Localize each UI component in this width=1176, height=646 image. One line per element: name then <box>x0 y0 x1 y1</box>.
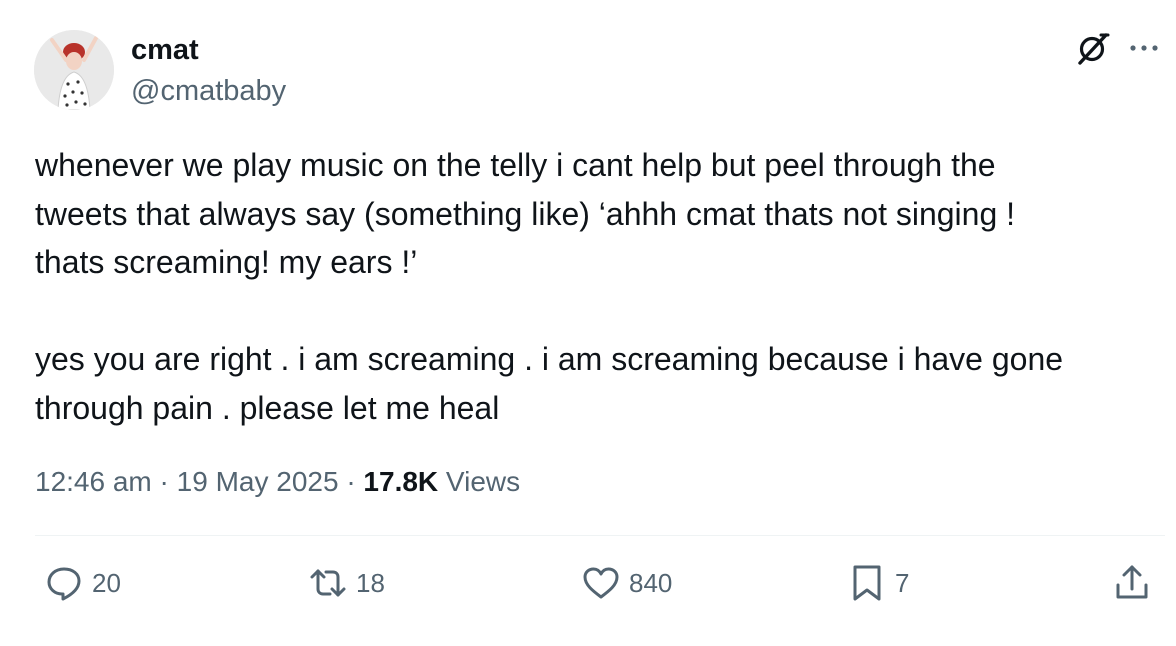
views-count: 17.8K <box>363 466 439 497</box>
author-name[interactable]: cmat <box>131 33 199 67</box>
like-button[interactable]: 840 <box>581 563 672 603</box>
bookmark-icon <box>853 565 881 601</box>
meta-separator: · <box>159 466 169 497</box>
avatar[interactable] <box>34 30 114 110</box>
tweet-paragraph: yes you are right . i am screaming . i a… <box>35 341 1064 426</box>
avatar-image <box>34 30 114 110</box>
author-handle[interactable]: @cmatbaby <box>131 74 286 108</box>
divider <box>35 535 1165 536</box>
share-button[interactable] <box>1112 563 1152 603</box>
tweet-meta: 12:46 am · 19 May 2025 · 17.8K Views <box>35 464 520 500</box>
reply-button[interactable]: 20 <box>44 563 121 603</box>
meta-separator: · <box>346 466 356 497</box>
repost-count: 18 <box>356 568 385 598</box>
tweet-date[interactable]: 19 May 2025 <box>177 466 339 497</box>
heart-icon <box>583 567 619 599</box>
repost-icon <box>310 569 346 597</box>
more-icon[interactable] <box>1126 36 1162 60</box>
tweet-text: whenever we play music on the telly i ca… <box>35 141 1155 432</box>
tweet-time[interactable]: 12:46 am <box>35 466 152 497</box>
repost-button[interactable]: 18 <box>308 563 385 603</box>
bookmark-button[interactable]: 7 <box>847 563 909 603</box>
views-label: Views <box>445 466 521 497</box>
tweet-card: cmat @cmatbaby whenever we play music on… <box>0 0 1176 646</box>
reply-icon <box>47 567 81 601</box>
bookmark-count: 7 <box>895 568 910 598</box>
share-icon <box>1116 565 1148 599</box>
like-count: 840 <box>629 568 673 598</box>
tweet-paragraph: whenever we play music on the telly i ca… <box>35 147 1016 280</box>
reply-count: 20 <box>92 568 121 598</box>
grok-icon[interactable] <box>1075 30 1111 66</box>
